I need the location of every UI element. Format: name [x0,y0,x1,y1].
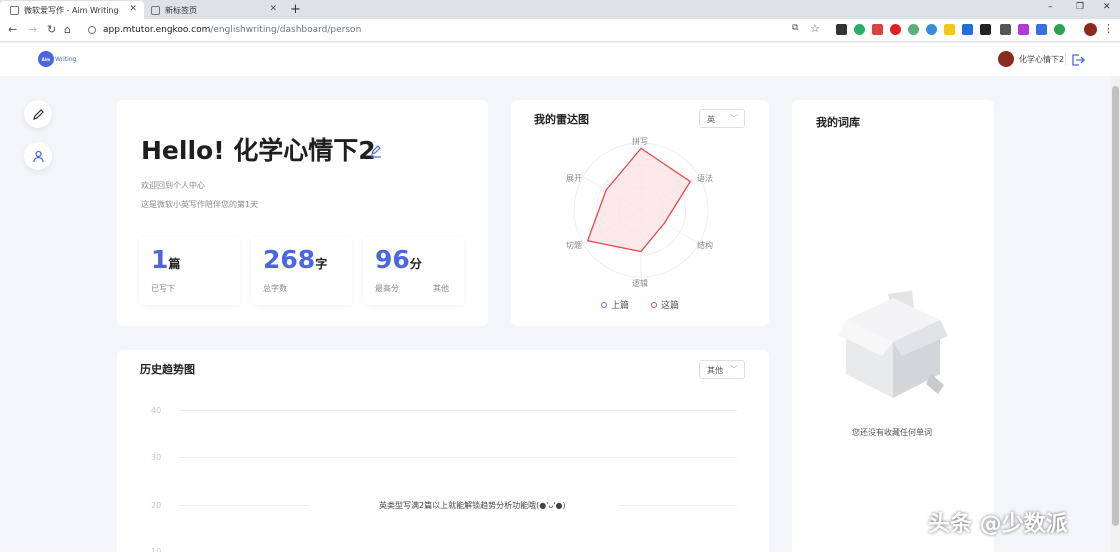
pencil-icon [32,108,44,120]
tab-title: 微软爱写作 - Aim Writing [24,5,119,15]
trend-card: 历史趋势图 其他 ﹀ 40 30 20 10 英类型写满2篇以上就能解锁趋势分析功… [117,350,769,552]
welcome-text: 欢迎回到个人中心 [141,181,205,190]
reload-icon[interactable]: ↻ [47,23,56,36]
radar-series-current [586,147,692,253]
page-favicon-icon [151,5,160,15]
stat-value: 96分 [375,245,422,274]
extension-icon[interactable] [926,24,937,35]
app-header: Aim Writing 化学心情下2 [0,43,1120,76]
legend-previous[interactable]: 上篇 [601,298,629,311]
logout-icon[interactable] [1071,52,1085,71]
radar-axis-label: 结构 [697,241,713,250]
grid-line [180,505,308,506]
days-text: 这是微软小英写作陪伴您的第1天 [141,200,259,209]
browser-menu-icon[interactable]: ⋮ [1103,22,1114,35]
grid-line [180,457,737,458]
empty-message: 您还没有收藏任何单词 [852,428,932,437]
extension-icon[interactable] [1000,24,1011,35]
scrollbar-thumb[interactable] [1112,86,1119,526]
extension-icon[interactable] [854,24,865,35]
extension-icon[interactable] [1018,24,1029,35]
close-tab-icon[interactable]: ✕ [269,4,277,14]
grid-line [180,410,737,411]
radar-axis-label: 逻辑 [632,279,648,288]
lock-icon [88,26,96,34]
logo-mark: Aim [38,51,54,67]
radar-axis-label: 语法 [697,174,713,183]
page-title: Hello! 化学心情下2 [141,136,376,165]
user-icon [32,150,44,162]
vocab-title: 我的词库 [816,116,860,129]
stat-value: 1篇 [151,245,181,274]
browser-address-bar: ← → ↻ ⌂ app.mtutor.engkoo.com /englishwr… [0,19,1120,42]
close-window-icon[interactable]: ✕ [1103,2,1111,12]
app-logo[interactable]: Aim Writing [38,51,76,67]
extension-icon[interactable] [944,24,955,35]
browser-tab-active[interactable]: 微软爱写作 - Aim Writing ✕ [0,1,144,19]
legend-dot [651,301,657,308]
radar-axis-label: 拼写 [632,137,648,146]
logo-text: Writing [55,55,77,63]
extension-icon[interactable] [1036,24,1047,35]
maximize-icon[interactable]: ❐ [1076,2,1084,12]
trend-title: 历史趋势图 [140,363,195,376]
extension-icon[interactable] [962,24,973,35]
page-favicon-icon [10,5,19,15]
translate-icon[interactable]: ⧉ [792,23,798,33]
stat-words: 268字 总字数 [251,237,352,305]
radar-chart [573,142,709,278]
extension-icon[interactable] [980,24,991,35]
stat-value: 268字 [263,245,328,274]
stat-label: 最高分 [375,284,399,293]
trend-locked-message: 英类型写满2篇以上就能解锁趋势分析功能哦(●'ᴗ'●) [379,501,566,510]
extension-icon[interactable] [872,24,883,35]
browser-profile-avatar[interactable] [1084,23,1097,36]
chevron-down-icon: ﹀ [730,365,738,374]
header-divider [1065,53,1066,65]
radar-axis-label: 展开 [566,174,582,183]
vocab-card: 我的词库 您还没有收藏任何单词 [792,100,994,552]
close-tab-icon[interactable]: ✕ [129,4,137,14]
profile-card: Hello! 化学心情下2 欢迎回到个人中心 这是微软小英写作陪伴您的第1天 1… [117,100,488,326]
stat-best-score: 96分 最高分 其他 [363,237,464,305]
home-icon[interactable]: ⌂ [64,23,71,36]
y-tick: 30 [151,453,162,462]
browser-tab-new[interactable]: 新标签页 ✕ [144,1,284,19]
extension-icon[interactable] [890,24,901,35]
tab-title: 新标签页 [165,5,197,15]
forward-icon[interactable]: → [28,23,37,36]
profile-button[interactable] [24,142,52,170]
extension-icon[interactable] [908,24,919,35]
empty-box-icon [838,290,948,398]
y-tick: 10 [151,547,162,552]
url-input[interactable]: app.mtutor.engkoo.com /englishwriting/da… [80,21,800,39]
legend-dot [601,301,607,308]
new-tab-icon[interactable]: + [290,2,301,17]
trend-type-select[interactable]: 其他 ﹀ [699,360,745,379]
url-host: app.mtutor.engkoo.com [103,25,211,35]
stat-articles: 1篇 已写下 [139,237,240,305]
extension-icon[interactable] [1054,24,1065,35]
page-scrollbar[interactable] [1111,76,1120,552]
stat-type-label[interactable]: 其他 [433,283,449,294]
extension-icon[interactable] [836,24,847,35]
write-button[interactable] [24,100,52,128]
avatar[interactable] [998,51,1014,67]
bookmark-star-icon[interactable]: ☆ [810,22,820,35]
url-path: /englishwriting/dashboard/person [210,25,362,35]
stat-label: 已写下 [151,284,175,293]
radar-card: 我的雷达图 英 ﹀ 拼写 语法 结构 逻辑 切题 展开 上篇 这篇 [511,100,769,326]
radar-axis-label: 切题 [566,241,582,250]
y-tick: 40 [151,406,162,415]
grid-line [620,505,737,506]
browser-tab-bar: 微软爱写作 - Aim Writing ✕ 新标签页 ✕ + – ❐ ✕ [0,0,1120,19]
minimize-icon[interactable]: – [1048,2,1053,12]
stat-label: 总字数 [263,284,287,293]
user-name[interactable]: 化学心情下2 [1019,54,1064,65]
back-icon[interactable]: ← [8,23,17,36]
y-tick: 20 [151,501,162,510]
legend-current[interactable]: 这篇 [651,298,679,311]
watermark-text: 头条 @少数派 [928,512,1068,537]
edit-name-icon[interactable] [369,143,383,162]
